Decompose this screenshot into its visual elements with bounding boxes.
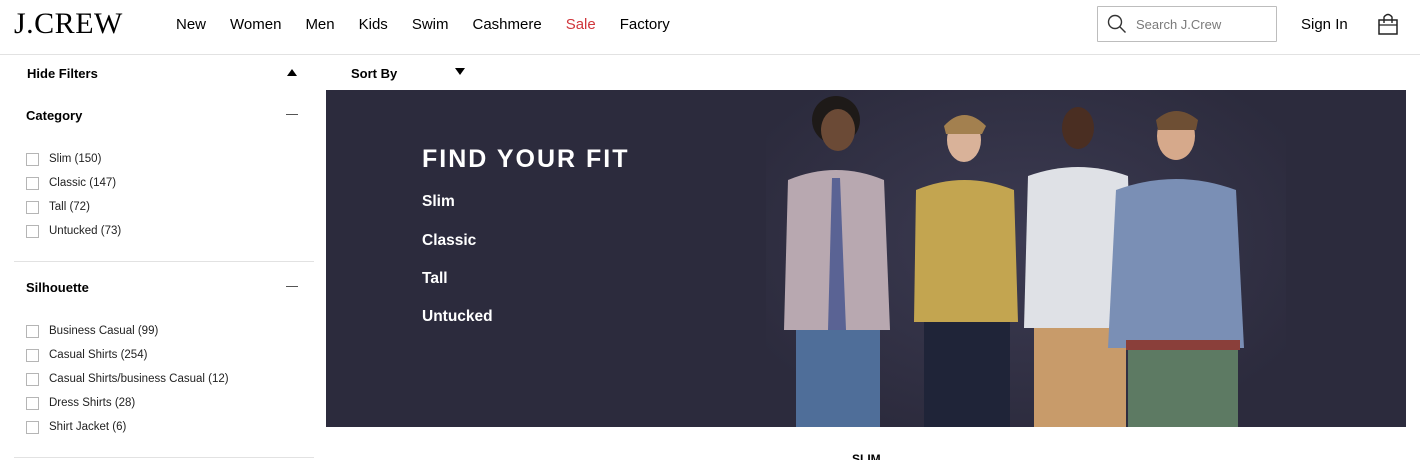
nav-kids[interactable]: Kids [359,16,388,34]
filter-option-untucked[interactable]: Untucked (73) [26,219,121,243]
jcrew-logo[interactable]: J.CREW [14,6,123,42]
filter-option-classic[interactable]: Classic (147) [26,171,121,195]
site-header: J.CREW New Women Men Kids Swim Cashmere … [0,0,1420,55]
models-photo [766,90,1286,427]
checkbox[interactable] [26,176,39,190]
search-icon[interactable] [1106,13,1128,35]
option-label: Classic (147) [49,177,117,189]
hide-filters-toggle[interactable]: Hide Filters [27,66,98,81]
nav-women[interactable]: Women [230,16,281,34]
main-nav: New Women Men Kids Swim Cashmere Sale Fa… [176,16,694,34]
checkbox[interactable] [26,324,39,338]
section-heading-partial: SLIM [852,452,881,460]
checkbox[interactable] [26,348,39,362]
caret-down-icon[interactable] [455,68,465,75]
filter-option-dress-shirts[interactable]: Dress Shirts (28) [26,391,229,415]
checkbox[interactable] [26,152,39,166]
hero-link-untucked[interactable]: Untucked [422,308,493,326]
nav-cashmere[interactable]: Cashmere [472,16,541,34]
filter-option-shirt-jacket[interactable]: Shirt Jacket (6) [26,415,229,439]
option-label: Casual Shirts (254) [49,349,148,361]
checkbox[interactable] [26,200,39,214]
category-filter-section: Category Slim (150) Classic (147) Tall (… [14,90,314,262]
silhouette-title[interactable]: Silhouette [26,280,89,295]
option-label: Tall (72) [49,201,90,213]
option-label: Casual Shirts/business Casual (12) [49,373,229,385]
filter-option-slim[interactable]: Slim (150) [26,147,121,171]
find-your-fit-banner: FIND YOUR FIT Slim Classic Tall Untucked [326,90,1406,427]
collapse-minus-icon[interactable] [286,114,298,115]
search-input[interactable] [1136,16,1272,32]
option-label: Slim (150) [49,153,102,165]
caret-up-icon[interactable] [287,69,297,76]
collapse-minus-icon[interactable] [286,286,298,287]
checkbox[interactable] [26,396,39,410]
hero-link-slim[interactable]: Slim [422,193,455,211]
shopping-bag-icon[interactable] [1377,12,1399,36]
silhouette-filter-section: Silhouette Business Casual (99) Casual S… [14,262,314,458]
nav-swim[interactable]: Swim [412,16,449,34]
nav-factory[interactable]: Factory [620,16,670,34]
category-options: Slim (150) Classic (147) Tall (72) Untuc… [26,147,121,243]
hero-link-tall[interactable]: Tall [422,270,448,288]
filter-bar: Hide Filters Sort By [0,56,1420,90]
option-label: Dress Shirts (28) [49,397,136,409]
hero-title: FIND YOUR FIT [422,145,630,173]
filter-option-casual-business[interactable]: Casual Shirts/business Casual (12) [26,367,229,391]
silhouette-options: Business Casual (99) Casual Shirts (254)… [26,319,229,439]
checkbox[interactable] [26,372,39,386]
checkbox[interactable] [26,224,39,238]
category-title[interactable]: Category [26,108,82,123]
nav-sale[interactable]: Sale [566,16,596,34]
checkbox[interactable] [26,420,39,434]
nav-new[interactable]: New [176,16,206,34]
option-label: Untucked (73) [49,225,122,237]
sort-by-dropdown[interactable]: Sort By [351,66,397,81]
search-box[interactable] [1097,6,1277,42]
hero-link-classic[interactable]: Classic [422,232,476,250]
filter-sidebar: Category Slim (150) Classic (147) Tall (… [14,90,314,460]
option-label: Business Casual (99) [49,325,159,337]
filter-option-tall[interactable]: Tall (72) [26,195,121,219]
sign-in-link[interactable]: Sign In [1301,16,1348,34]
nav-men[interactable]: Men [305,16,334,34]
option-label: Shirt Jacket (6) [49,421,127,433]
filter-option-business-casual[interactable]: Business Casual (99) [26,319,229,343]
filter-option-casual-shirts[interactable]: Casual Shirts (254) [26,343,229,367]
